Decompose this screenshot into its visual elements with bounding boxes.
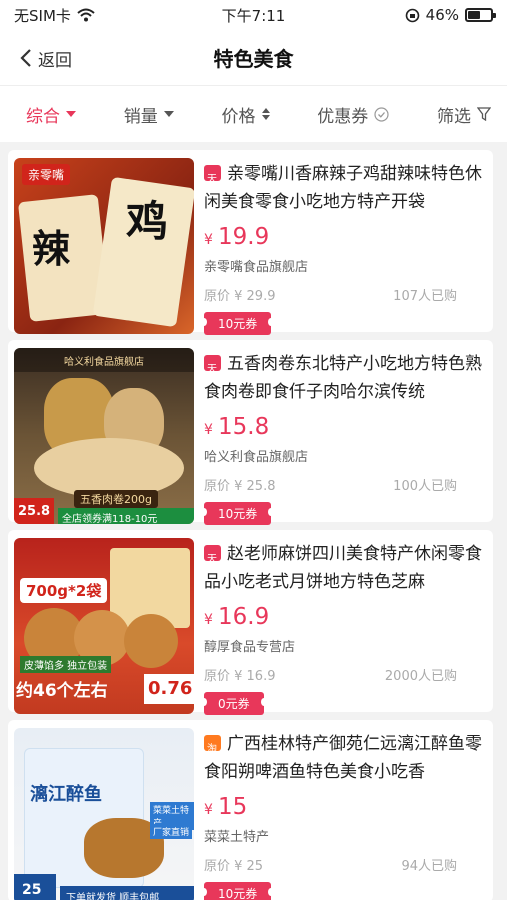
product-title[interactable]: 亲零嘴川香麻辣子鸡甜辣味特色休闲美食零食小吃地方特产开袋 xyxy=(204,160,483,216)
price-value: 15 xyxy=(218,794,248,820)
price-value: 19.9 xyxy=(218,224,270,250)
shop-name[interactable]: 菜菜土特产 xyxy=(204,826,483,845)
battery-percent: 46% xyxy=(425,6,459,24)
product-price: ¥ 16.9 xyxy=(204,604,270,630)
product-image[interactable]: 哈义利食品旗舰店 五香肉卷200g 25.8 全店领券满118-10元 xyxy=(14,348,194,524)
funnel-icon xyxy=(477,107,491,121)
carrier-label: 无SIM卡 xyxy=(14,6,71,25)
product-price: ¥ 19.9 xyxy=(204,224,270,250)
sort-icon xyxy=(261,108,270,120)
product-card[interactable]: 哈义利食品旗舰店 五香肉卷200g 25.8 全店领券满118-10元 五香肉卷… xyxy=(8,340,493,525)
status-right: 46% xyxy=(405,6,496,24)
product-price: ¥ 15.8 xyxy=(204,414,270,440)
product-image[interactable]: 亲零嘴 鸡 辣 xyxy=(14,158,194,334)
product-info: 广西桂林特产御苑仁远漓江醉鱼零食阳朔啤酒鱼特色美食小吃香 ¥ 15 菜菜土特产 … xyxy=(200,730,483,900)
image-text: 皮薄馅多 独立包装 xyxy=(20,656,112,673)
shop-name[interactable]: 亲零嘴食品旗舰店 xyxy=(204,256,483,275)
product-title-text: 五香肉卷东北特产小吃地方特色熟食肉卷即食仟子肉哈尔滨传统 xyxy=(204,354,482,402)
filter-price[interactable]: 价格 xyxy=(222,102,270,127)
coupon-badge[interactable]: 0元券 xyxy=(201,692,267,715)
image-text: 700g*2袋 xyxy=(20,578,108,603)
tmall-badge-icon xyxy=(204,545,221,574)
back-label: 返回 xyxy=(38,50,72,71)
wifi-icon xyxy=(77,8,95,22)
original-price: 原价 ¥ 29.9 xyxy=(204,289,276,304)
brand-logo: 亲零嘴 xyxy=(22,164,71,185)
filter-more[interactable]: 筛选 xyxy=(437,102,491,127)
coupon-badge[interactable]: 10元券 xyxy=(200,502,275,525)
shop-name[interactable]: 醇厚食品专营店 xyxy=(204,636,483,655)
filter-comprehensive-label: 综合 xyxy=(26,106,60,127)
price-value: 16.9 xyxy=(218,604,270,630)
product-title-text: 广西桂林特产御苑仁远漓江醉鱼零食阳朔啤酒鱼特色美食小吃香 xyxy=(204,734,482,782)
coupon-badge[interactable]: 10元券 xyxy=(200,312,275,335)
image-promo: 全店领券满118-10元 xyxy=(58,508,194,524)
product-card[interactable]: 漓江醉鱼 菜菜土特产 厂家直销 25 下单就发货 顺丰包邮 广西桂林特产御苑仁远… xyxy=(8,720,493,900)
product-title-text: 赵老师麻饼四川美食特产休闲零食品小吃老式月饼地方特色芝麻 xyxy=(204,544,482,592)
product-meta: 原价 ¥ 25 94人已购 xyxy=(204,855,483,874)
product-title[interactable]: 五香肉卷东北特产小吃地方特色熟食肉卷即食仟子肉哈尔滨传统 xyxy=(204,350,483,406)
filter-more-label: 筛选 xyxy=(437,106,471,127)
product-title-text: 亲零嘴川香麻辣子鸡甜辣味特色休闲美食零食小吃地方特产开袋 xyxy=(204,164,482,212)
product-info: 五香肉卷东北特产小吃地方特色熟食肉卷即食仟子肉哈尔滨传统 ¥ 15.8 哈义利食… xyxy=(200,350,483,525)
chevron-down-icon xyxy=(163,111,174,117)
original-price: 原价 ¥ 25.8 xyxy=(204,479,276,494)
image-text: 漓江醉鱼 xyxy=(30,784,102,805)
taobao-badge-icon xyxy=(204,735,221,764)
product-meta: 原价 ¥ 29.9 107人已购 xyxy=(204,285,483,304)
page-title: 特色美食 xyxy=(213,47,294,71)
product-image[interactable]: 漓江醉鱼 菜菜土特产 厂家直销 25 下单就发货 顺丰包邮 xyxy=(14,728,194,900)
product-meta: 原价 ¥ 16.9 2000人已购 xyxy=(204,665,483,684)
product-title[interactable]: 赵老师麻饼四川美食特产休闲零食品小吃老式月饼地方特色芝麻 xyxy=(204,540,483,596)
filter-comprehensive[interactable]: 综合 xyxy=(26,102,76,127)
product-title[interactable]: 广西桂林特产御苑仁远漓江醉鱼零食阳朔啤酒鱼特色美食小吃香 xyxy=(204,730,483,786)
product-card[interactable]: 亲零嘴 鸡 辣 亲零嘴川香麻辣子鸡甜辣味特色休闲美食零食小吃地方特产开袋 ¥ 1… xyxy=(8,150,493,335)
image-text: 五香肉卷200g xyxy=(74,490,158,508)
product-price: ¥ 15 xyxy=(204,794,248,820)
image-text: 鸡 xyxy=(126,197,169,246)
status-bar: 无SIM卡 下午7:11 46% xyxy=(0,0,507,30)
back-button[interactable]: 返回 xyxy=(20,30,72,86)
status-left: 无SIM卡 xyxy=(14,5,95,26)
filter-coupon[interactable]: 优惠券 xyxy=(317,102,389,127)
product-image[interactable]: 700g*2袋 皮薄馅多 独立包装 约46个左右 0.76 xyxy=(14,538,194,714)
filter-bar: 综合 销量 价格 优惠券 筛选 xyxy=(0,86,507,142)
nav-bar: 返回 特色美食 xyxy=(0,30,507,86)
check-circle-icon xyxy=(374,106,389,122)
image-price: 25.8 xyxy=(14,498,54,524)
image-price: 25 xyxy=(14,874,56,900)
image-text: 约46个左右 xyxy=(16,681,108,701)
coupon-badge[interactable]: 10元券 xyxy=(200,882,275,900)
product-card[interactable]: 700g*2袋 皮薄馅多 独立包装 约46个左右 0.76 赵老师麻饼四川美食特… xyxy=(8,530,493,715)
product-info: 亲零嘴川香麻辣子鸡甜辣味特色休闲美食零食小吃地方特产开袋 ¥ 19.9 亲零嘴食… xyxy=(200,160,483,335)
chevron-down-icon xyxy=(66,111,76,117)
sold-count: 94人已购 xyxy=(401,859,457,874)
sold-count: 107人已购 xyxy=(393,289,457,304)
image-text: 0.76 xyxy=(144,674,194,704)
image-text: 厂家直销 xyxy=(150,824,193,839)
tmall-badge-icon xyxy=(204,355,221,384)
shop-name[interactable]: 哈义利食品旗舰店 xyxy=(204,446,483,465)
product-meta: 原价 ¥ 25.8 100人已购 xyxy=(204,475,483,494)
chevron-left-icon xyxy=(20,49,31,67)
image-promo: 下单就发货 顺丰包邮 xyxy=(60,886,194,900)
price-value: 15.8 xyxy=(218,414,270,440)
filter-sales-label: 销量 xyxy=(123,106,158,127)
tmall-badge-icon xyxy=(204,165,221,194)
sold-count: 2000人已购 xyxy=(384,669,457,684)
original-price: 原价 ¥ 16.9 xyxy=(204,669,276,684)
sold-count: 100人已购 xyxy=(393,479,457,494)
battery-icon xyxy=(465,8,496,22)
filter-sales[interactable]: 销量 xyxy=(124,102,174,127)
orientation-lock-icon xyxy=(405,8,419,22)
original-price: 原价 ¥ 25 xyxy=(204,859,264,874)
filter-price-label: 价格 xyxy=(221,106,256,127)
filter-coupon-label: 优惠券 xyxy=(317,106,369,127)
image-text: 辣 xyxy=(32,227,71,271)
product-info: 赵老师麻饼四川美食特产休闲零食品小吃老式月饼地方特色芝麻 ¥ 16.9 醇厚食品… xyxy=(201,540,483,715)
image-banner: 哈义利食品旗舰店 xyxy=(14,348,194,372)
